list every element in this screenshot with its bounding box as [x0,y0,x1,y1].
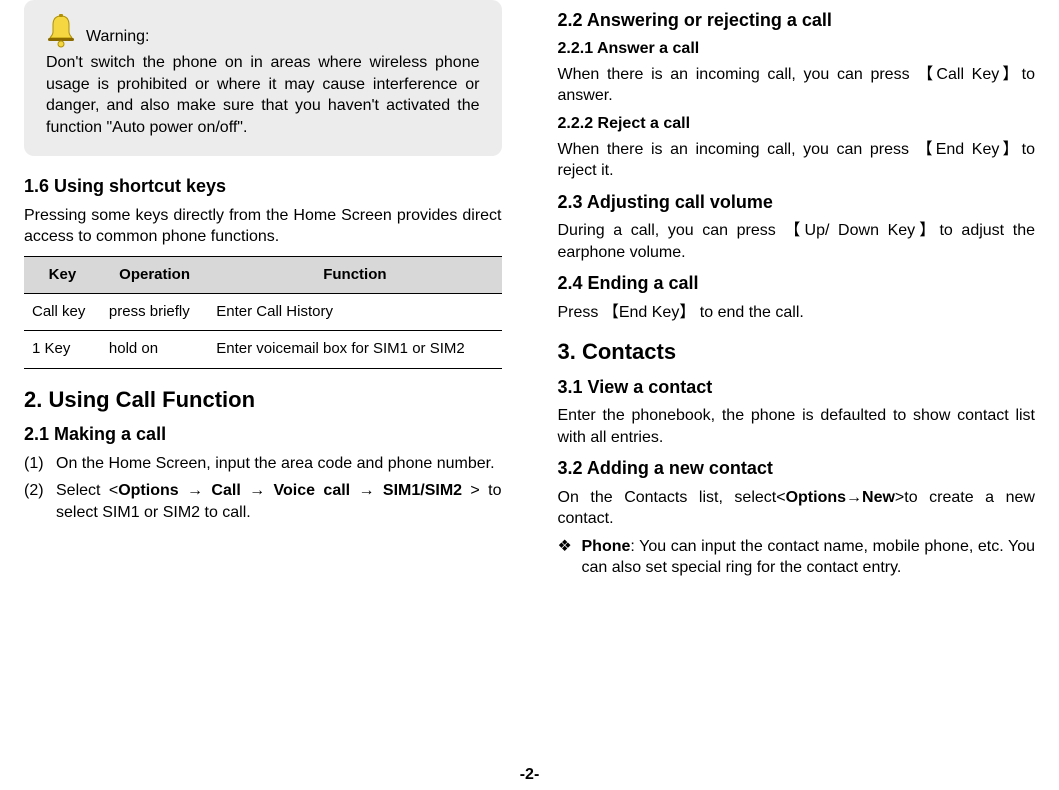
table-row: 1 Key hold on Enter voicemail box for SI… [24,331,502,368]
item-text: On the Home Screen, input the area code … [56,453,502,475]
text-2-2-2: When there is an incoming call, you can … [558,139,1036,182]
heading-2-2: 2.2 Answering or rejecting a call [558,8,1036,32]
text-3-1: Enter the phonebook, the phone is defaul… [558,405,1036,448]
cell-op: hold on [101,331,208,368]
txt-frag: → [241,482,274,499]
txt-bold: New [862,489,895,506]
warning-title: Warning: [86,26,149,48]
txt-bold: Call [211,482,240,499]
txt-bold: Voice call [274,482,351,499]
heading-2-1: 2.1 Making a call [24,422,502,446]
txt-frag: → [350,482,383,499]
list-item: ❖ Phone: You can input the contact name,… [558,536,1036,579]
heading-2: 2. Using Call Function [24,385,502,415]
list-item: (2) Select <Options → Call → Voice call … [24,480,502,523]
heading-3: 3. Contacts [558,337,1036,367]
heading-2-4: 2.4 Ending a call [558,271,1036,295]
list-item: (1) On the Home Screen, input the area c… [24,453,502,475]
page-number: -2- [0,764,1059,786]
diamond-bullet-icon: ❖ [558,536,582,579]
warning-header: Warning: [46,14,480,48]
txt-bold: Phone [582,538,631,555]
page-content: Warning: Don't switch the phone on in ar… [0,0,1059,585]
item-num: (1) [24,453,56,475]
warning-bell-icon [46,14,76,48]
item-num: (2) [24,480,56,523]
shortcut-keys-table: Key Operation Function Call key press br… [24,256,502,369]
table-row: Call key press briefly Enter Call Histor… [24,294,502,331]
txt-bold: SIM1/SIM2 [383,482,462,499]
cell-fn: Enter Call History [208,294,501,331]
txt-frag: : You can input the contact name, mobile… [582,538,1036,577]
cell-fn: Enter voicemail box for SIM1 or SIM2 [208,331,501,368]
th-function: Function [208,256,501,293]
item-text: Select <Options → Call → Voice call → SI… [56,480,502,523]
heading-3-1: 3.1 View a contact [558,375,1036,399]
cell-op: press briefly [101,294,208,331]
text-2-2-1: When there is an incoming call, you can … [558,64,1036,107]
th-key: Key [24,256,101,293]
heading-2-2-1: 2.2.1 Answer a call [558,38,1036,60]
text-2-3: During a call, you can press 【Up/ Down K… [558,220,1036,263]
heading-1-6: 1.6 Using shortcut keys [24,174,502,198]
text-3-2-intro: On the Contacts list, select<Options→New… [558,487,1036,530]
heading-2-2-2: 2.2.2 Reject a call [558,113,1036,135]
txt-bold: Options [118,482,178,499]
txt-bold: Options [786,489,846,506]
txt-frag: → [179,482,212,499]
txt-frag: On the Contacts list, select< [558,489,786,506]
th-operation: Operation [101,256,208,293]
warning-box: Warning: Don't switch the phone on in ar… [24,0,502,156]
table-header-row: Key Operation Function [24,256,502,293]
txt-frag: Select < [56,482,118,499]
list-2-1: (1) On the Home Screen, input the area c… [24,453,502,524]
heading-3-2: 3.2 Adding a new contact [558,456,1036,480]
cell-key: 1 Key [24,331,101,368]
text-2-4: Press 【End Key】 to end the call. [558,302,1036,324]
item-text: Phone: You can input the contact name, m… [582,536,1036,579]
txt-frag: → [846,489,862,506]
cell-key: Call key [24,294,101,331]
list-3-2: ❖ Phone: You can input the contact name,… [558,536,1036,579]
warning-text: Don't switch the phone on in areas where… [46,52,480,138]
text-1-6-intro: Pressing some keys directly from the Hom… [24,205,502,248]
heading-2-3: 2.3 Adjusting call volume [558,190,1036,214]
